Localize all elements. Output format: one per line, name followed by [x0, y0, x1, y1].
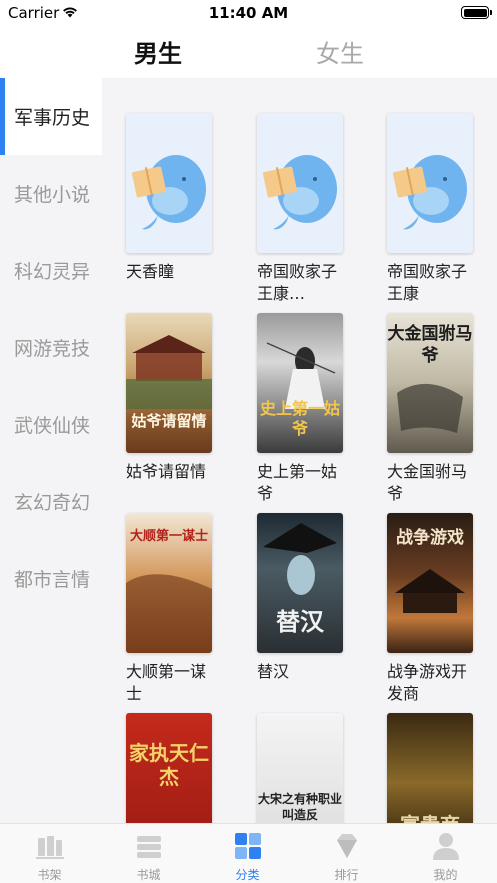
cover-title: 大金国驸马爷: [387, 324, 473, 366]
book-grid: 天香瞳 帝国败家子王康… 帝国败家子王康 姑爷请留情 姑爷请留情 史上第一姑爷 …: [102, 78, 497, 823]
book-title: 大顺第一谋士: [126, 662, 207, 703]
book-card[interactable]: 大金国驸马爷 大金国驸马爷: [387, 313, 487, 505]
book-title: 史上第一姑爷: [257, 462, 338, 503]
book-card[interactable]: 帝国败家子王康: [387, 113, 487, 305]
book-cover: 姑爷请留情: [126, 313, 212, 453]
book-title: 替汉: [257, 662, 290, 681]
category-icon: [235, 833, 261, 859]
book-cover-placeholder: [257, 113, 343, 253]
book-cover-placeholder: [126, 113, 212, 253]
category-sidebar: 军事历史 其他小说 科幻灵异 网游竞技 武侠仙侠 玄幻奇幻 都市言情: [0, 78, 102, 823]
whale-book-icon: [131, 155, 206, 230]
bookshelf-icon: [36, 836, 64, 859]
tab-category[interactable]: 分类: [198, 824, 297, 883]
cover-title: 大宋之有种职业叫造反: [257, 792, 342, 822]
book-title: 天香瞳: [126, 262, 175, 281]
book-cover: 大金国驸马爷: [387, 313, 473, 453]
book-cover: 替汉: [257, 513, 343, 653]
sidebar-item-wuxia-xianxia[interactable]: 武侠仙侠: [0, 386, 102, 463]
tab-label: 书架: [37, 868, 62, 882]
bookstore-icon: [137, 836, 161, 858]
sidebar-item-scifi-supernatural[interactable]: 科幻灵异: [0, 232, 102, 309]
book-card[interactable]: 大顺第一谋士 大顺第一谋士: [126, 513, 226, 705]
cover-title: 姑爷请留情: [131, 412, 207, 430]
book-title: 帝国败家子王康: [387, 262, 468, 303]
book-card[interactable]: 战争游戏 战争游戏开发商: [387, 513, 487, 705]
book-cover: 大宋之有种职业叫造反: [257, 713, 343, 823]
book-cover: 战争游戏: [387, 513, 473, 653]
sidebar-item-online-games[interactable]: 网游竞技: [0, 309, 102, 386]
book-card[interactable]: 替汉 替汉: [257, 513, 357, 683]
cover-title: 史上第一姑爷: [259, 399, 340, 438]
book-card[interactable]: 大宋之有种职业叫造反: [257, 713, 357, 823]
book-cover: 史上第一姑爷: [257, 313, 343, 453]
book-title: 战争游戏开发商: [387, 662, 468, 703]
sidebar-item-military-history[interactable]: 军事历史: [0, 78, 102, 155]
cover-title: 家执天仁杰: [129, 741, 209, 789]
tab-label: 书城: [136, 868, 161, 882]
cover-art: [126, 335, 212, 409]
book-card[interactable]: 家执天仁杰: [126, 713, 226, 823]
tab-female[interactable]: 女生: [316, 34, 364, 69]
book-card[interactable]: 帝国败家子王康…: [257, 113, 357, 305]
cover-title: 富贵商: [387, 809, 473, 823]
gender-tabs: 男生 女生: [0, 26, 497, 78]
book-title: 帝国败家子王康…: [257, 262, 338, 303]
book-cover: 富贵商: [387, 713, 473, 823]
book-cover: 大顺第一谋士: [126, 513, 212, 653]
book-title: 大金国驸马爷: [387, 462, 468, 503]
sidebar-item-urban-romance[interactable]: 都市言情: [0, 540, 102, 617]
tab-bookstore[interactable]: 书城: [99, 824, 198, 883]
book-cover-placeholder: [387, 113, 473, 253]
battery-icon: [461, 6, 492, 19]
tab-ranking[interactable]: 排行: [297, 824, 396, 883]
tab-label: 分类: [235, 868, 260, 882]
tab-profile[interactable]: 我的: [396, 824, 495, 883]
tab-male[interactable]: 男生: [134, 34, 182, 69]
book-card[interactable]: 天香瞳: [126, 113, 226, 283]
book-card[interactable]: 富贵商: [387, 713, 487, 823]
diamond-icon: [337, 834, 357, 858]
tab-bookshelf[interactable]: 书架: [0, 824, 99, 883]
cover-title: 替汉: [276, 607, 324, 636]
profile-icon: [433, 833, 459, 860]
book-card[interactable]: 史上第一姑爷 史上第一姑爷: [257, 313, 357, 505]
book-cover: 家执天仁杰: [126, 713, 212, 823]
cover-title: 战争游戏: [396, 528, 464, 548]
clock: 11:40 AM: [208, 4, 289, 22]
bottom-tab-bar: 书架 书城 分类 排行 我的: [0, 823, 497, 883]
cover-title: 大顺第一谋士: [129, 529, 208, 544]
book-title: 姑爷请留情: [126, 462, 207, 481]
whale-book-icon: [392, 155, 467, 230]
sidebar-item-other-novels[interactable]: 其他小说: [0, 155, 102, 232]
whale-book-icon: [262, 155, 337, 230]
book-card[interactable]: 姑爷请留情 姑爷请留情: [126, 313, 226, 483]
status-bar: Carrier 11:40 AM: [0, 0, 497, 26]
sidebar-item-fantasy[interactable]: 玄幻奇幻: [0, 463, 102, 540]
tab-label: 我的: [433, 868, 458, 882]
tab-label: 排行: [334, 868, 359, 882]
